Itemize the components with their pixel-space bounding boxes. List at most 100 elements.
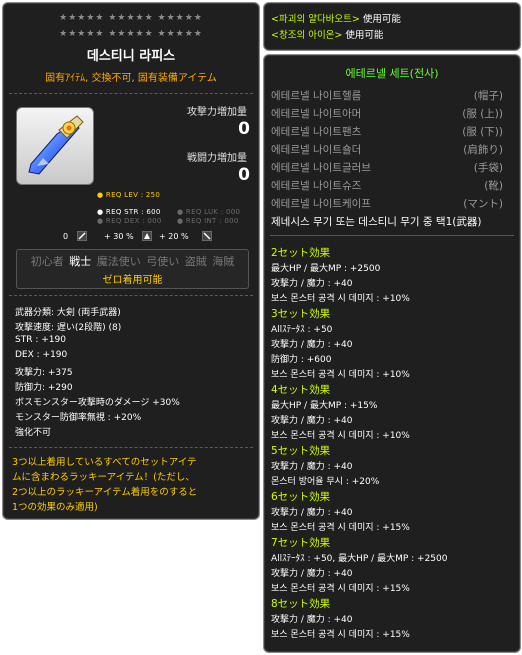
set-effect-line: 攻撃力 / 魔力 : +40: [271, 462, 353, 472]
set-effect-line: 最大HP / 最大MP : +15%: [271, 401, 378, 411]
attack-speed: 攻撃速度: 遅い(2段階) (8): [15, 323, 122, 333]
job-pirate: 海賊: [212, 255, 235, 268]
set-effect-2-head: 2セット効果: [271, 247, 331, 259]
divider: [9, 447, 253, 448]
set-effect-line: 攻撃力 / 魔力 : +40: [271, 569, 353, 579]
set-effect-line: 보스 몬스터 공격 시 데미지 : +10%: [271, 294, 410, 304]
stat-defense: 防御力: +290: [15, 383, 73, 393]
set-effect-line: Allｽﾃｰﾀｽ : +50: [271, 325, 333, 335]
usable-status-1: 使用可能: [362, 14, 401, 25]
set-item-name: 에테르넬 나이트숄더: [271, 144, 362, 156]
weapon-type: 武器分類: 大剣 (両手武器): [15, 308, 121, 318]
set-item-shoes: 에테르넬 나이트슈즈 (靴): [271, 178, 511, 193]
usable-status-2: 使用可能: [345, 30, 384, 41]
lucky-item-line-2: ムに含まわるラッキーアイテム！(ただし、: [12, 472, 195, 483]
lucky-item-line-1: 3つ以上着用しているすべてのセットアイテ: [12, 457, 197, 468]
shield-icon: [201, 230, 213, 242]
set-effect-5-head: 5セット効果: [271, 445, 331, 457]
set-effect-line: 몬스터 방어율 무시 : +20%: [271, 477, 380, 487]
lucky-item-line-4: 1つの効果のみ適用): [12, 502, 98, 513]
set-item-slot: (服 (上)): [462, 108, 503, 120]
req-dex: ● REQ DEX : 000: [97, 217, 162, 225]
divider: [270, 235, 514, 236]
set-effect-line: 攻撃力 / 魔力 : +40: [271, 340, 353, 350]
set-effect-line: 보스 몬스터 공격 시 데미지 : +10%: [271, 431, 410, 441]
job-archer: 弓使い: [146, 255, 180, 268]
set-item-name: 에테르넬 나이트아머: [271, 108, 362, 120]
boss-damage-value: + 30 %: [104, 232, 134, 241]
set-item-name: 에테르넬 나이트헬름: [271, 90, 362, 102]
star-force-row-1: ★★★★★ ★★★★★ ★★★★★: [59, 13, 203, 23]
set-effect-6-head: 6セット効果: [271, 491, 331, 503]
job-thief: 盗賊: [184, 255, 207, 268]
set-effect-8-head: 8セット効果: [271, 598, 331, 610]
weapon-name-2: <창조의 아이온>: [271, 30, 343, 41]
set-item-armor: 에테르넬 나이트아머 (服 (上)): [271, 106, 511, 121]
set-effect-line: 攻撃力 / 魔力 : +40: [271, 508, 353, 518]
set-item-cape: 에테르넬 나이트케이프 (マント): [271, 196, 511, 211]
weapon-name-1: <파괴의 얄다바오트>: [271, 14, 360, 25]
set-item-slot: (手袋): [473, 162, 503, 174]
usable-line-1: <파괴의 얄다바오트> 使用可能: [271, 11, 401, 25]
job-warrior: 戦士: [69, 255, 92, 268]
set-effect-4-head: 4セット効果: [271, 384, 331, 396]
job-list: 初心者 戦士 魔法使い 弓使い 盗賊 海賊: [17, 253, 248, 269]
set-effect-7-head: 7セット効果: [271, 537, 331, 549]
set-item-slot: (服 (下)): [462, 126, 503, 138]
usable-line-2: <창조의 아이온> 使用可能: [271, 27, 383, 41]
usable-weapons-panel: <파괴의 얄다바오트> 使用可能 <창조의 아이온> 使用可能: [263, 2, 521, 51]
attack-increase-value: 0: [238, 119, 250, 139]
lucky-item-line-3: 2つ以上のラッキーアイテム着用をのすると: [12, 487, 198, 498]
attack-increase-label: 攻撃力増加量: [187, 107, 247, 118]
ignore-defense-value: + 20 %: [159, 232, 189, 241]
set-effect-line: 보스 몬스터 공격 시 데미지 : +10%: [271, 370, 410, 380]
stat-boss-damage: ボスモンスター攻撃時のダメージ +30%: [15, 398, 180, 408]
req-str: ● REQ STR : 600: [97, 208, 161, 216]
set-effect-line: 攻撃力 / 魔力 : +40: [271, 279, 353, 289]
set-item-shoulder: 에테르넬 나이트숄더 (肩飾り): [271, 142, 511, 157]
star-force-row-2: ★★★★★ ★★★★★ ★★★★★: [59, 29, 203, 39]
divider: [9, 93, 253, 94]
set-item-name: 에테르넬 나이트슈즈: [271, 180, 362, 192]
zero-equip-text: ゼロ着用可能: [102, 275, 163, 286]
set-effect-line: 攻撃力 / 魔力 : +40: [271, 615, 353, 625]
growth-stat-value: 0: [63, 232, 69, 241]
item-name: 데스티니 라피스: [86, 49, 176, 64]
set-effect-line: 보스 몬스터 공격 시 데미지 : +15%: [271, 523, 410, 533]
item-icon: [16, 107, 94, 185]
greatsword-icon: [28, 115, 84, 175]
set-effect-line: 防御力 : +600: [271, 355, 332, 365]
job-requirements: 初心者 戦士 魔法使い 弓使い 盗賊 海賊 ゼロ着用可能: [16, 249, 249, 289]
set-item-slot: (マント): [463, 198, 503, 210]
req-luk: ● REQ LUK : 000: [177, 208, 241, 216]
divider: [9, 295, 253, 296]
set-effect-line: 보스 몬스터 공격 시 데미지 : +15%: [271, 584, 410, 594]
req-int: ● REQ INT : 000: [177, 217, 239, 225]
set-item-slot: (靴): [484, 180, 503, 192]
item-description: 固有ｱｲﾃﾑ, 交換不可, 固有装備アイテム: [45, 73, 217, 84]
job-beginner: 初心者: [30, 255, 64, 268]
set-item-name: 에테르넬 나이트팬츠: [271, 126, 362, 138]
set-effect-line: 最大HP / 最大MP : +2500: [271, 264, 381, 274]
set-item-weapon: 제네시스 무기 또는 데스티니 무기 중 택1(武器): [271, 216, 482, 228]
set-title: 에테르넬 세트(전사): [345, 67, 439, 80]
boss-icon: [141, 230, 153, 242]
stat-dex: DEX : +190: [15, 350, 68, 360]
set-effect-3-head: 3セット効果: [271, 308, 331, 320]
set-effects-panel: 에테르넬 세트(전사) 에테르넬 나이트헬름 (帽子) 에테르넬 나이트아머 (…: [263, 54, 521, 653]
set-item-glove: 에테르넬 나이트글러브 (手袋): [271, 160, 511, 175]
set-item-helm: 에테르넬 나이트헬름 (帽子): [271, 88, 511, 103]
set-effect-line: 보스 몬스터 공격 시 데미지 : +15%: [271, 630, 410, 640]
set-item-name: 에테르넬 나이트케이프: [271, 198, 371, 210]
job-magician: 魔法使い: [96, 255, 141, 268]
set-item-name: 에테르넬 나이트글러브: [271, 162, 371, 174]
set-item-pants: 에테르넬 나이트팬츠 (服 (下)): [271, 124, 511, 139]
set-item-slot: (肩飾り): [463, 144, 503, 156]
stat-ignore-defense: モンスター防御率無視 : +20%: [15, 413, 142, 423]
growth-icon: [76, 230, 88, 242]
set-effect-line: 攻撃力 / 魔力 : +40: [271, 416, 353, 426]
battle-increase-label: 戦闘力増加量: [187, 153, 247, 164]
req-level: ● REQ LEV : 250: [97, 191, 161, 199]
set-item-slot: (帽子): [473, 90, 503, 102]
set-effect-line: Allｽﾃｰﾀｽ : +50, 最大HP / 最大MP : +2500: [271, 554, 448, 564]
